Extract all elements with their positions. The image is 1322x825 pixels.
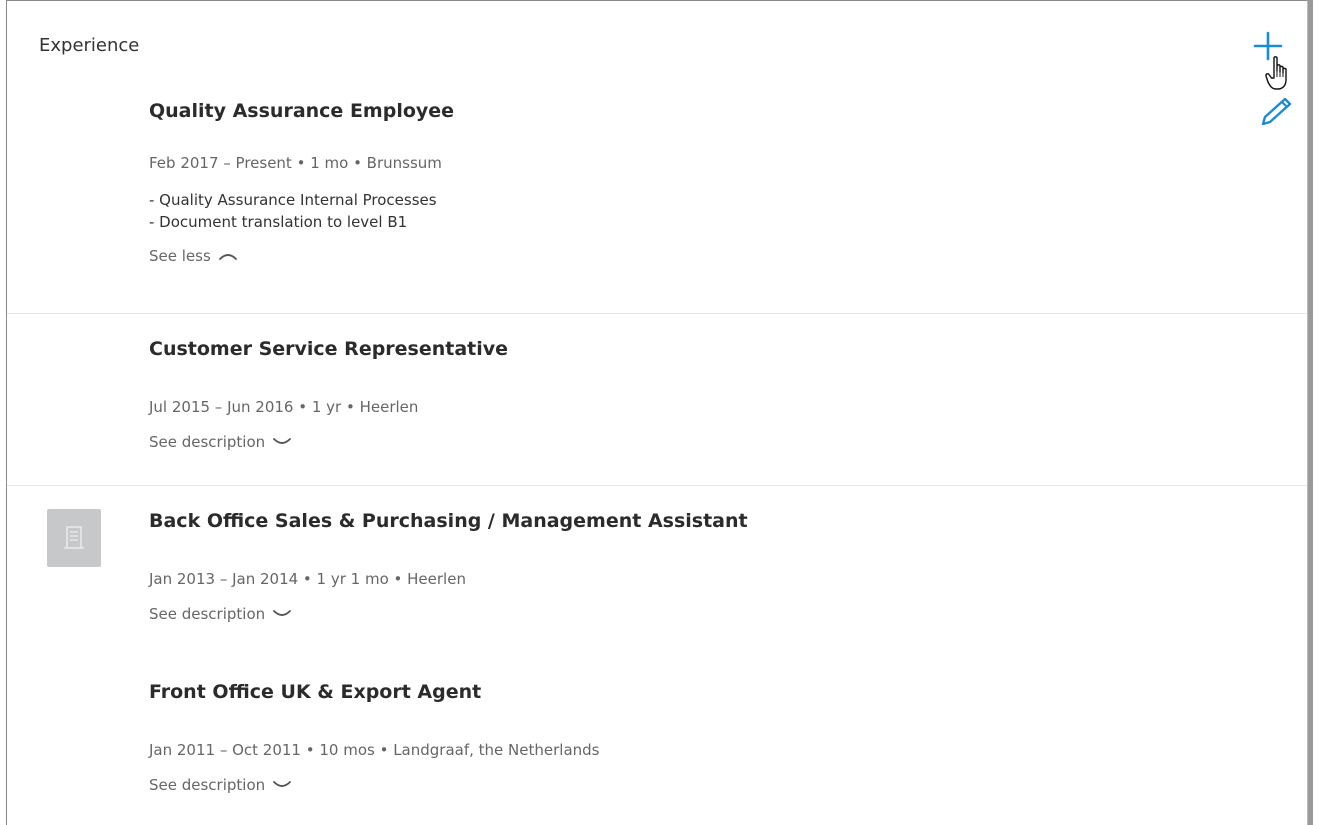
description-line: - Document translation to level B1 [149, 213, 408, 231]
job-title: Customer Service Representative [149, 338, 509, 360]
job-meta: Jan 2013 – Jan 2014 • 1 yr 1 mo • Heerle… [149, 570, 466, 588]
experience-item: Back Office Sales & Purchasing / Managem… [149, 509, 1249, 623]
job-description: - Quality Assurance Internal Processes -… [149, 189, 1249, 233]
hand-pointer-cursor-icon [1265, 55, 1295, 93]
chevron-up-icon [218, 254, 237, 260]
job-meta: Feb 2017 – Present • 1 mo • Brunssum [149, 154, 442, 172]
chevron-down-icon [273, 781, 292, 787]
toggle-label: See description [149, 433, 266, 451]
edit-experience-button[interactable] [1255, 95, 1295, 129]
see-description-link[interactable]: See description [149, 605, 293, 623]
job-title: Front Office UK & Export Agent [149, 681, 482, 703]
chevron-down-icon [273, 438, 292, 444]
toggle-label: See description [149, 776, 266, 794]
description-line: - Quality Assurance Internal Processes [149, 191, 437, 209]
toggle-label: See less [149, 247, 211, 265]
experience-item: Customer Service Representative Jul 2015… [149, 337, 1249, 451]
job-title: Back Office Sales & Purchasing / Managem… [149, 510, 748, 532]
job-title: Quality Assurance Employee [149, 100, 455, 122]
experience-item: Front Office UK & Export Agent Jan 2011 … [149, 680, 1249, 794]
toggle-label: See description [149, 605, 266, 623]
divider [7, 313, 1307, 314]
section-title: Experience [39, 35, 140, 56]
experience-item: Quality Assurance Employee Feb 2017 – Pr… [149, 99, 1249, 265]
divider [7, 485, 1307, 486]
see-less-link[interactable]: See less [149, 247, 239, 265]
job-meta: Jul 2015 – Jun 2016 • 1 yr • Heerlen [149, 398, 419, 416]
job-meta: Jan 2011 – Oct 2011 • 10 mos • Landgraaf… [149, 741, 600, 759]
experience-card: Experience Quality Assurance Employee Fe… [6, 0, 1308, 825]
pencil-icon [1261, 97, 1292, 126]
see-description-link[interactable]: See description [149, 433, 293, 451]
company-logo[interactable] [47, 509, 101, 567]
see-description-link[interactable]: See description [149, 776, 293, 794]
chevron-down-icon [273, 610, 292, 616]
company-building-icon [64, 526, 84, 549]
